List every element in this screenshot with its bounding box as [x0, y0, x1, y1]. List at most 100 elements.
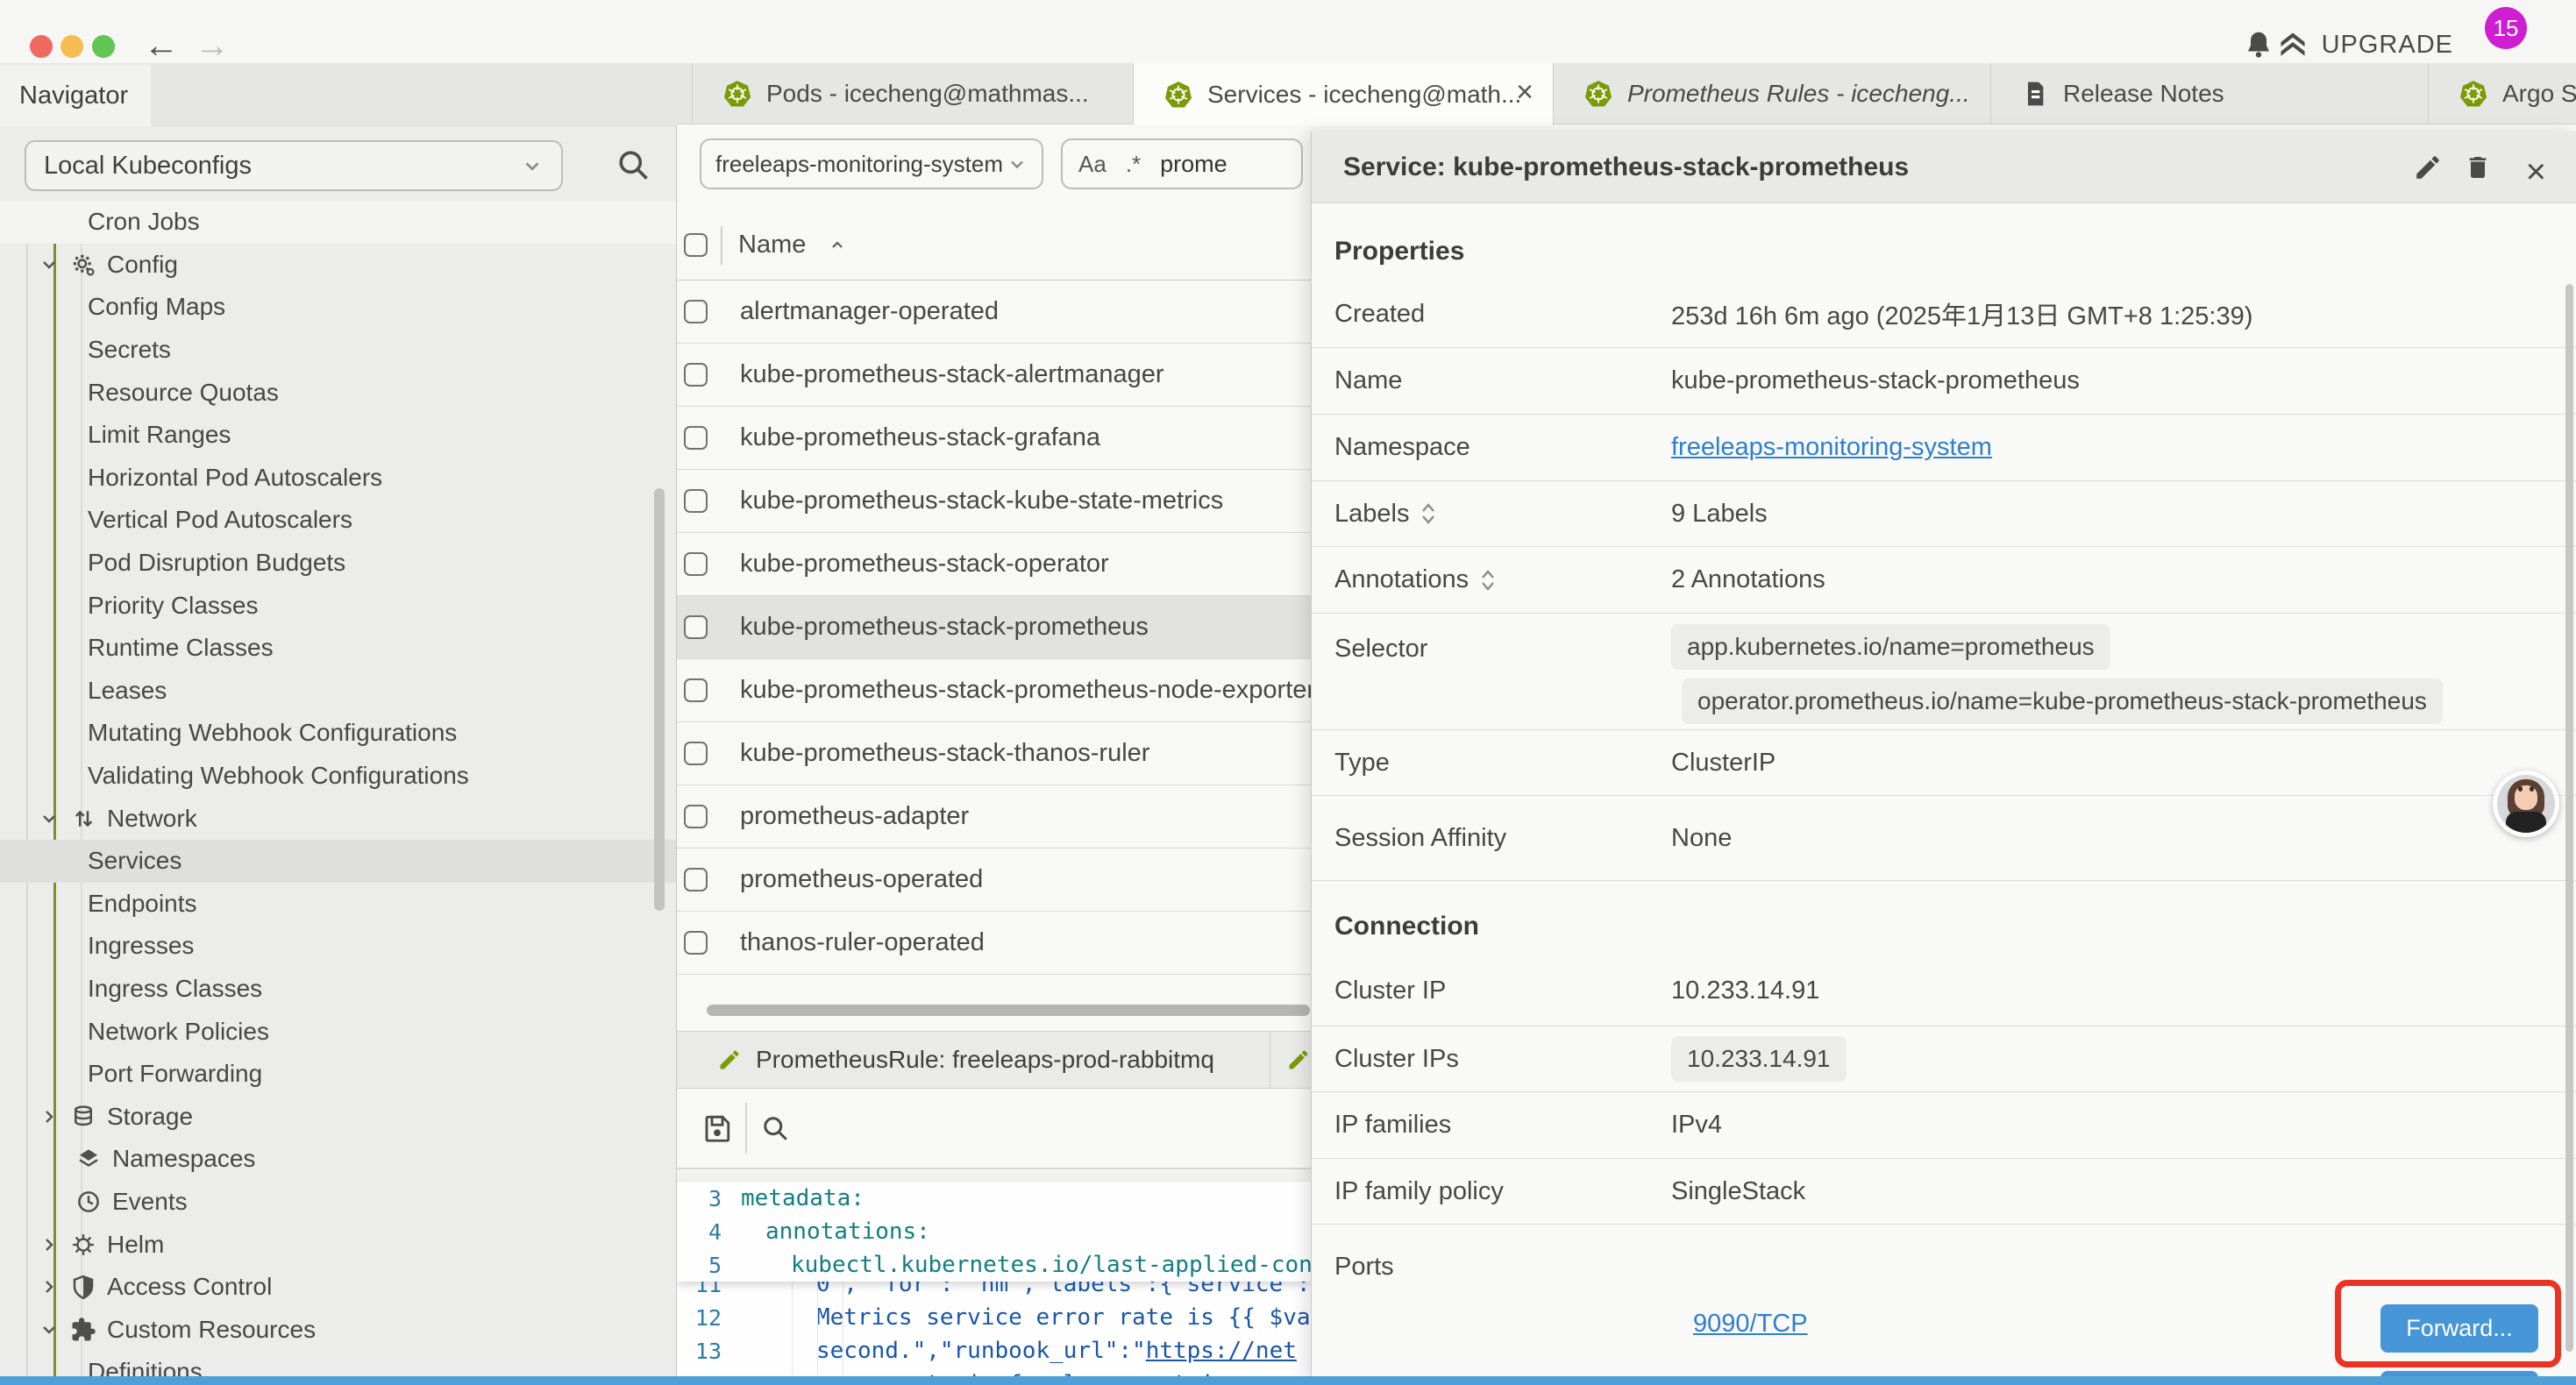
namespace-link[interactable]: freeleaps-monitoring-system — [1671, 433, 1992, 461]
runbook-url-link[interactable]: https://net — [1146, 1338, 1297, 1364]
table-row[interactable]: kube-prometheus-stack-alertmanager — [677, 344, 1311, 407]
sidebar-item-ingresses[interactable]: Ingresses — [0, 925, 676, 968]
sidebar-item-resource-quotas[interactable]: Resource Quotas — [0, 371, 676, 414]
tab-prometheus-rules[interactable]: Prometheus Rules - icecheng... — [1554, 63, 1991, 124]
table-row[interactable]: kube-prometheus-stack-prometheus-node-ex… — [677, 659, 1311, 722]
back-button[interactable]: ← — [144, 26, 179, 65]
name-filter-box[interactable]: Aa .* — [1061, 138, 1303, 189]
tab-services[interactable]: Services - icecheng@math... × — [1134, 63, 1554, 125]
regex-icon[interactable]: .* — [1126, 151, 1141, 178]
sidebar-item-ingress-classes[interactable]: Ingress Classes — [0, 968, 676, 1011]
detail-vertical-scrollbar-thumb[interactable] — [2565, 284, 2573, 1352]
namespace-dropdown[interactable]: freeleaps-monitoring-system — [700, 138, 1043, 189]
table-row[interactable]: kube-prometheus-stack-thanos-ruler — [677, 722, 1311, 785]
sidebar-item-config[interactable]: Config — [0, 244, 676, 287]
name-column-header[interactable]: Name — [738, 231, 806, 259]
trash-icon[interactable] — [2464, 153, 2492, 182]
sidebar-item-endpoints[interactable]: Endpoints — [0, 883, 676, 926]
row-checkbox[interactable] — [684, 805, 708, 828]
sidebar-item-helm[interactable]: Helm — [0, 1223, 676, 1266]
row-checkbox[interactable] — [684, 300, 708, 323]
sidebar-item-network-policies[interactable]: Network Policies — [0, 1010, 676, 1053]
tab-prometheusrule-editor[interactable]: PrometheusRule: freeleaps-prod-rabbitmq — [677, 1032, 1270, 1088]
maximize-window-button[interactable] — [92, 35, 115, 58]
close-window-button[interactable] — [30, 35, 53, 58]
detail-row-created: Created 253d 16h 6m ago (2025年1月13日 GMT+… — [1312, 281, 2576, 348]
sidebar-item-port-forwarding[interactable]: Port Forwarding — [0, 1053, 676, 1096]
sidebar-item-runtime-classes[interactable]: Runtime Classes — [0, 627, 676, 670]
row-checkbox[interactable] — [684, 363, 708, 387]
table-row[interactable]: prometheus-adapter — [677, 785, 1311, 849]
sidebar-item-storage[interactable]: Storage — [0, 1095, 676, 1138]
expand-icon[interactable] — [1420, 502, 1437, 525]
sidebar-item-cron-jobs[interactable]: Cron Jobs — [0, 201, 676, 244]
sidebar-scrollbar-thumb[interactable] — [654, 488, 665, 911]
table-row[interactable]: alertmanager-operated — [677, 281, 1311, 344]
save-icon[interactable] — [701, 1112, 733, 1144]
assistant-avatar[interactable] — [2493, 771, 2559, 837]
yaml-editor[interactable]: 3metadata: 4annotations: 5kubectl.kubern… — [677, 1182, 1311, 1385]
row-checkbox[interactable] — [684, 615, 708, 639]
clock-icon — [75, 1189, 105, 1215]
row-checkbox[interactable] — [684, 426, 708, 450]
table-row[interactable]: prometheus-operated — [677, 849, 1311, 912]
match-case-icon[interactable]: Aa — [1078, 151, 1107, 178]
sidebar-item-network[interactable]: Network — [0, 797, 676, 840]
sidebar-item-secrets[interactable]: Secrets — [0, 329, 676, 372]
sidebar-item-config-maps[interactable]: Config Maps — [0, 286, 676, 329]
sidebar-item-custom-resources[interactable]: Custom Resources — [0, 1308, 676, 1351]
tab-editor-next[interactable] — [1270, 1048, 1311, 1072]
sidebar-item-access-control[interactable]: Access Control — [0, 1266, 676, 1309]
expand-icon[interactable] — [1479, 569, 1497, 592]
row-checkbox[interactable] — [684, 931, 708, 955]
upgrade-button[interactable]: UPGRADE — [2276, 29, 2453, 60]
sidebar-item-events[interactable]: Events — [0, 1181, 676, 1224]
tab-argo[interactable]: Argo Se — [2429, 63, 2576, 124]
sidebar-item-services[interactable]: Services — [0, 840, 676, 883]
table-row[interactable]: kube-prometheus-stack-kube-state-metrics — [677, 470, 1311, 533]
table-horizontal-scrollbar-thumb[interactable] — [707, 1005, 1310, 1016]
sidebar-item-vertical-pod-autoscalers[interactable]: Vertical Pod Autoscalers — [0, 499, 676, 542]
table-row[interactable]: kube-prometheus-stack-operator — [677, 533, 1311, 596]
sidebar-item-validating-webhook-configurations[interactable]: Validating Webhook Configurations — [0, 755, 676, 798]
close-icon[interactable]: × — [2526, 153, 2546, 192]
sidebar-item-horizontal-pod-autoscalers[interactable]: Horizontal Pod Autoscalers — [0, 457, 676, 500]
search-icon[interactable] — [759, 1112, 791, 1144]
sidebar-item-leases[interactable]: Leases — [0, 670, 676, 713]
port-link-9090[interactable]: 9090/TCP — [1693, 1310, 1808, 1339]
notification-count-badge[interactable]: 15 — [2485, 7, 2527, 49]
tab-navigator[interactable]: Navigator — [0, 65, 151, 126]
sidebar-item-pod-disruption-budgets[interactable]: Pod Disruption Budgets — [0, 542, 676, 585]
sort-asc-icon[interactable] — [827, 235, 848, 256]
row-checkbox[interactable] — [684, 489, 708, 513]
navigator-tab-label: Navigator — [19, 82, 128, 110]
filter-input[interactable] — [1160, 151, 1265, 178]
select-all-checkbox[interactable] — [684, 233, 708, 257]
search-icon[interactable] — [614, 146, 652, 184]
sidebar-item-namespaces[interactable]: Namespaces — [0, 1138, 676, 1181]
row-checkbox[interactable] — [684, 678, 708, 702]
sidebar-item-limit-ranges[interactable]: Limit Ranges — [0, 414, 676, 457]
forward-button-9090[interactable]: Forward... — [2380, 1304, 2538, 1353]
table-row-selected[interactable]: kube-prometheus-stack-prometheus — [677, 596, 1311, 659]
kubeconfig-dropdown[interactable]: Local Kubeconfigs — [25, 140, 563, 191]
table-row[interactable]: kube-prometheus-stack-grafana — [677, 407, 1311, 470]
row-checkbox[interactable] — [684, 868, 708, 891]
pencil-icon[interactable] — [2413, 153, 2443, 182]
column-divider — [721, 226, 722, 265]
sidebar-item-mutating-webhook-configurations[interactable]: Mutating Webhook Configurations — [0, 712, 676, 755]
properties-section-heading: Properties — [1312, 203, 2576, 281]
sidebar-item-priority-classes[interactable]: Priority Classes — [0, 584, 676, 627]
tab-pods[interactable]: Pods - icecheng@mathmas... — [693, 63, 1134, 124]
table-header-row: Name — [677, 210, 1311, 281]
detail-row-ip-families: IP families IPv4 — [1312, 1092, 2576, 1159]
minimize-window-button[interactable] — [60, 35, 83, 58]
close-icon[interactable]: × — [1516, 75, 1534, 110]
forward-button[interactable]: → — [195, 26, 230, 65]
arrows-up-down-icon — [70, 806, 100, 832]
row-checkbox[interactable] — [684, 552, 708, 576]
row-checkbox[interactable] — [684, 742, 708, 765]
table-row[interactable]: thanos-ruler-operated — [677, 912, 1311, 975]
notifications-bell-button[interactable] — [2243, 29, 2274, 60]
tab-release-notes[interactable]: Release Notes — [1991, 63, 2429, 124]
